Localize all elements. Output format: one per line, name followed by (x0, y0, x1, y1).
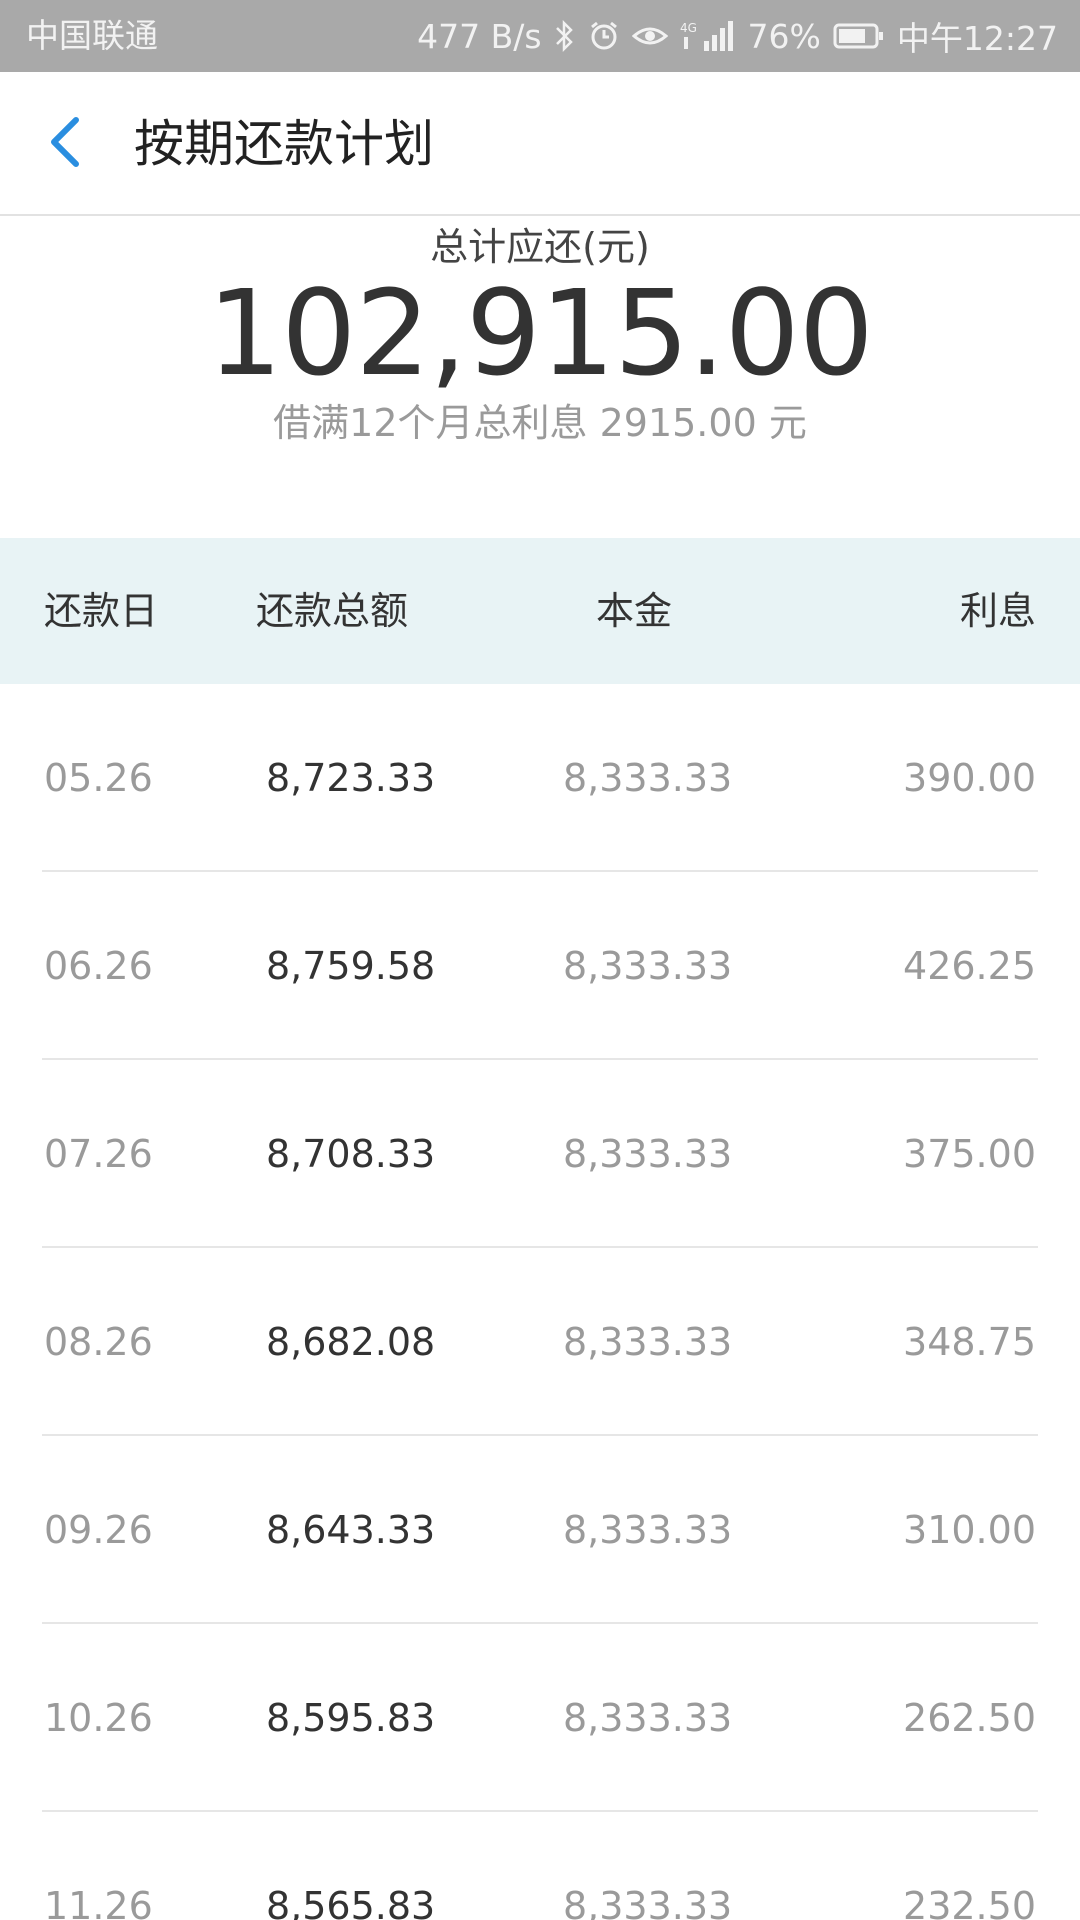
table-row: 09.26 8,643.33 8,333.33 310.00 (0, 1436, 1080, 1624)
bluetooth-icon (554, 19, 576, 53)
chevron-left-icon (46, 116, 86, 172)
schedule-table-body: 05.26 8,723.33 8,333.33 390.00 06.26 8,7… (0, 684, 1080, 1920)
status-bar: 中国联通 477 B/s 4G 76% 中午12:27 (0, 0, 1080, 72)
row-principal: 8,333.33 (563, 1884, 733, 1920)
row-date: 09.26 (44, 1508, 153, 1552)
battery-icon (833, 22, 885, 50)
status-indicators: 477 B/s 4G 76% 中午12:27 (405, 0, 1058, 72)
alarm-icon (588, 20, 620, 52)
row-interest: 262.50 (903, 1696, 1036, 1740)
row-principal: 8,333.33 (563, 1320, 733, 1364)
table-row: 07.26 8,708.33 8,333.33 375.00 (0, 1060, 1080, 1248)
table-row: 10.26 8,595.83 8,333.33 262.50 (0, 1624, 1080, 1812)
row-principal: 8,333.33 (563, 756, 733, 800)
column-header-date: 还款日 (44, 589, 159, 633)
row-total: 8,682.08 (266, 1320, 436, 1364)
table-row: 05.26 8,723.33 8,333.33 390.00 (0, 684, 1080, 872)
row-total: 8,759.58 (266, 944, 436, 988)
row-date: 11.26 (44, 1884, 153, 1920)
back-button[interactable] (30, 108, 102, 180)
row-interest: 232.50 (903, 1884, 1036, 1920)
app-header: 按期还款计划 (0, 72, 1080, 216)
repayment-summary: 总计应还(元) 102,915.00 借满12个月总利息 2915.00 元 (0, 216, 1080, 538)
row-date: 06.26 (44, 944, 153, 988)
row-date: 10.26 (44, 1696, 153, 1740)
row-total: 8,565.83 (266, 1884, 436, 1920)
row-date: 05.26 (44, 756, 153, 800)
row-total: 8,708.33 (266, 1132, 436, 1176)
row-interest: 310.00 (903, 1508, 1036, 1552)
row-interest: 375.00 (903, 1132, 1036, 1176)
row-principal: 8,333.33 (563, 1508, 733, 1552)
row-total: 8,723.33 (266, 756, 436, 800)
signal-4g-icon: 4G (680, 19, 736, 53)
column-header-interest: 利息 (959, 589, 1036, 633)
clock-time: 中午12:27 (896, 19, 1058, 58)
carrier-name: 中国联通 (26, 16, 158, 55)
total-due-amount: 102,915.00 (207, 264, 874, 402)
table-row: 11.26 8,565.83 8,333.33 232.50 (0, 1812, 1080, 1920)
row-principal: 8,333.33 (563, 944, 733, 988)
row-interest: 348.75 (903, 1320, 1036, 1364)
column-header-principal: 本金 (596, 589, 673, 633)
schedule-table-header: 还款日 还款总额 本金 利息 (0, 538, 1080, 684)
row-interest: 390.00 (903, 756, 1036, 800)
eye-icon (631, 22, 668, 50)
row-principal: 8,333.33 (563, 1132, 733, 1176)
row-date: 08.26 (44, 1320, 153, 1364)
row-total: 8,643.33 (266, 1508, 436, 1552)
page-title: 按期还款计划 (134, 115, 434, 173)
row-principal: 8,333.33 (563, 1696, 733, 1740)
row-total: 8,595.83 (266, 1696, 436, 1740)
network-speed: 477 B/s (417, 16, 542, 56)
table-row: 06.26 8,759.58 8,333.33 426.25 (0, 872, 1080, 1060)
battery-percent: 76% (747, 16, 821, 56)
total-interest-note: 借满12个月总利息 2915.00 元 (273, 401, 807, 445)
column-header-total: 还款总额 (256, 589, 409, 633)
row-interest: 426.25 (903, 944, 1036, 988)
row-date: 07.26 (44, 1132, 153, 1176)
table-row: 08.26 8,682.08 8,333.33 348.75 (0, 1248, 1080, 1436)
svg-text:4G: 4G (680, 21, 697, 35)
total-due-label: 总计应还(元) (430, 225, 650, 269)
